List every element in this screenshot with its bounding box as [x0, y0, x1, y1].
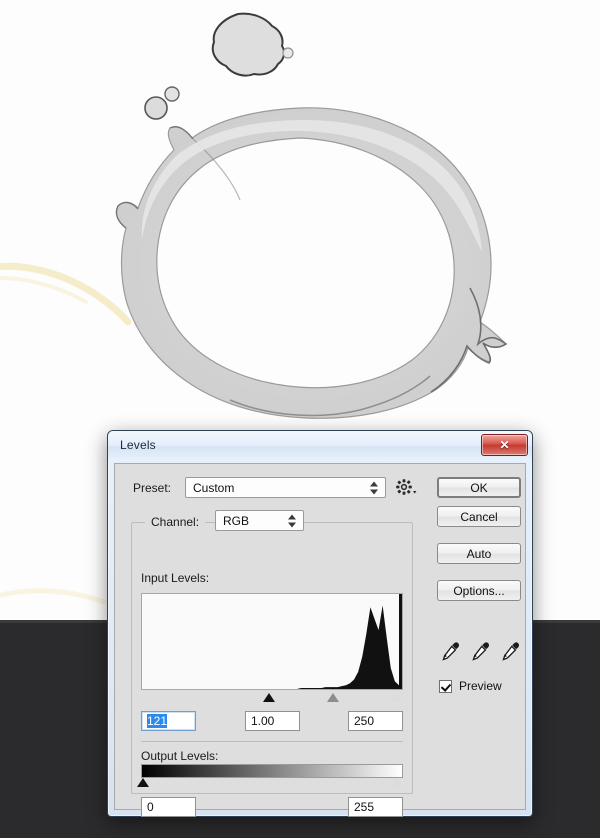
set-black-point-eyedropper[interactable] — [439, 640, 461, 667]
output-black-value: 0 — [147, 800, 154, 814]
input-levels-slider[interactable] — [141, 691, 403, 704]
histogram-plot — [142, 594, 402, 689]
gear-icon[interactable] — [395, 478, 417, 501]
input-midtone-value: 1.00 — [251, 714, 275, 728]
ok-button-label: OK — [470, 480, 488, 495]
levels-dialog: Levels ✕ Preset: Custom Channel: RGB Inp… — [107, 430, 533, 817]
input-levels-label: Input Levels: — [141, 571, 210, 585]
output-white-handle[interactable] — [391, 778, 403, 787]
output-white-value: 255 — [354, 800, 375, 814]
close-button[interactable]: ✕ — [481, 434, 528, 456]
input-shadow-handle[interactable] — [263, 693, 275, 702]
preset-label: Preset: — [133, 481, 172, 495]
section-divider — [141, 741, 403, 742]
eyedropper-group — [439, 640, 527, 662]
options-button[interactable]: Options... — [437, 580, 521, 601]
channel-dropdown[interactable]: RGB — [215, 510, 304, 531]
set-gray-point-eyedropper[interactable] — [469, 640, 491, 667]
preview-label: Preview — [459, 679, 502, 693]
input-midtone-field[interactable]: 1.00 — [245, 711, 300, 731]
dialog-titlebar[interactable]: Levels ✕ — [108, 431, 532, 461]
set-white-point-eyedropper[interactable] — [499, 640, 521, 667]
output-levels-slider[interactable] — [137, 778, 403, 790]
channel-label: Channel: — [151, 515, 200, 529]
preset-value: Custom — [193, 480, 235, 495]
cancel-button-label: Cancel — [460, 509, 498, 524]
auto-button-label: Auto — [466, 546, 492, 561]
options-button-label: Options... — [453, 583, 505, 598]
output-white-field[interactable]: 255 — [348, 797, 403, 817]
dialog-body: Preset: Custom Channel: RGB Input Levels… — [114, 463, 527, 817]
chevron-updown-icon — [370, 480, 379, 495]
output-black-handle[interactable] — [137, 778, 149, 787]
preview-checkbox-row[interactable]: Preview — [439, 679, 502, 693]
input-highlight-value: 250 — [354, 714, 375, 728]
input-highlight-handle[interactable] — [391, 693, 403, 702]
ok-button[interactable]: OK — [437, 477, 521, 498]
input-midtone-handle[interactable] — [327, 693, 339, 702]
output-gradient-bar — [141, 764, 403, 778]
close-icon: ✕ — [499, 438, 510, 452]
input-shadow-value: 121 — [147, 714, 168, 728]
input-highlight-field[interactable]: 250 — [348, 711, 403, 731]
input-shadow-field[interactable]: 121 — [141, 711, 196, 731]
screenshot-root: Levels ✕ Preset: Custom Channel: RGB Inp… — [0, 0, 600, 838]
dialog-title: Levels — [120, 438, 156, 452]
chevron-updown-icon — [288, 513, 297, 528]
channel-row: Channel: — [145, 511, 206, 533]
auto-button[interactable]: Auto — [437, 543, 521, 564]
output-levels-label: Output Levels: — [141, 749, 219, 763]
preview-checkbox[interactable] — [439, 679, 452, 693]
output-black-field[interactable]: 0 — [141, 797, 196, 817]
cancel-button[interactable]: Cancel — [437, 506, 521, 527]
channel-value: RGB — [223, 513, 250, 528]
preset-dropdown[interactable]: Custom — [185, 477, 386, 498]
histogram — [141, 593, 403, 690]
